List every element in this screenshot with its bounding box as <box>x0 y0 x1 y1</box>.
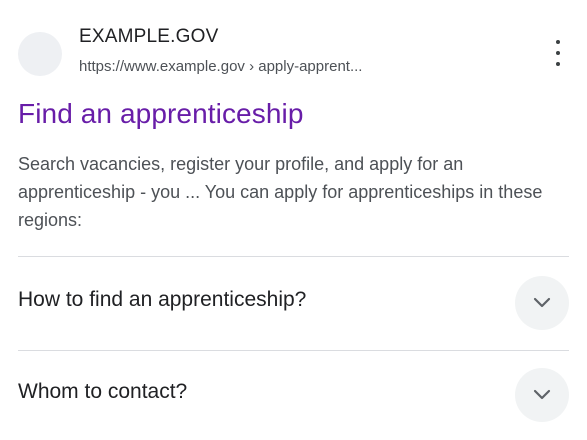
chevron-down-icon <box>533 389 551 400</box>
faq-question: Whom to contact? <box>18 380 188 403</box>
dot <box>556 51 560 55</box>
faq-question: How to find an apprenticeship? <box>18 288 307 311</box>
expand-button[interactable] <box>515 368 569 422</box>
result-snippet: Search vacancies, register your profile,… <box>18 154 543 230</box>
faq-item[interactable]: How to find an apprenticeship? <box>18 268 569 338</box>
expand-button[interactable] <box>515 276 569 330</box>
faq-item[interactable]: Whom to contact? <box>18 360 569 430</box>
chevron-down-icon <box>533 297 551 308</box>
divider <box>18 350 569 351</box>
more-options-icon[interactable] <box>550 40 566 66</box>
site-name: EXAMPLE.GOV <box>79 26 219 47</box>
search-result: EXAMPLE.GOV https://www.example.gov › ap… <box>0 0 587 440</box>
site-url: https://www.example.gov › apply-apprent.… <box>79 58 363 75</box>
site-header[interactable]: EXAMPLE.GOV https://www.example.gov › ap… <box>18 26 578 80</box>
result-title-link[interactable]: Find an apprenticeship <box>18 98 304 130</box>
divider <box>18 256 569 257</box>
site-favicon <box>18 32 62 76</box>
dot <box>556 62 560 66</box>
dot <box>556 40 560 44</box>
